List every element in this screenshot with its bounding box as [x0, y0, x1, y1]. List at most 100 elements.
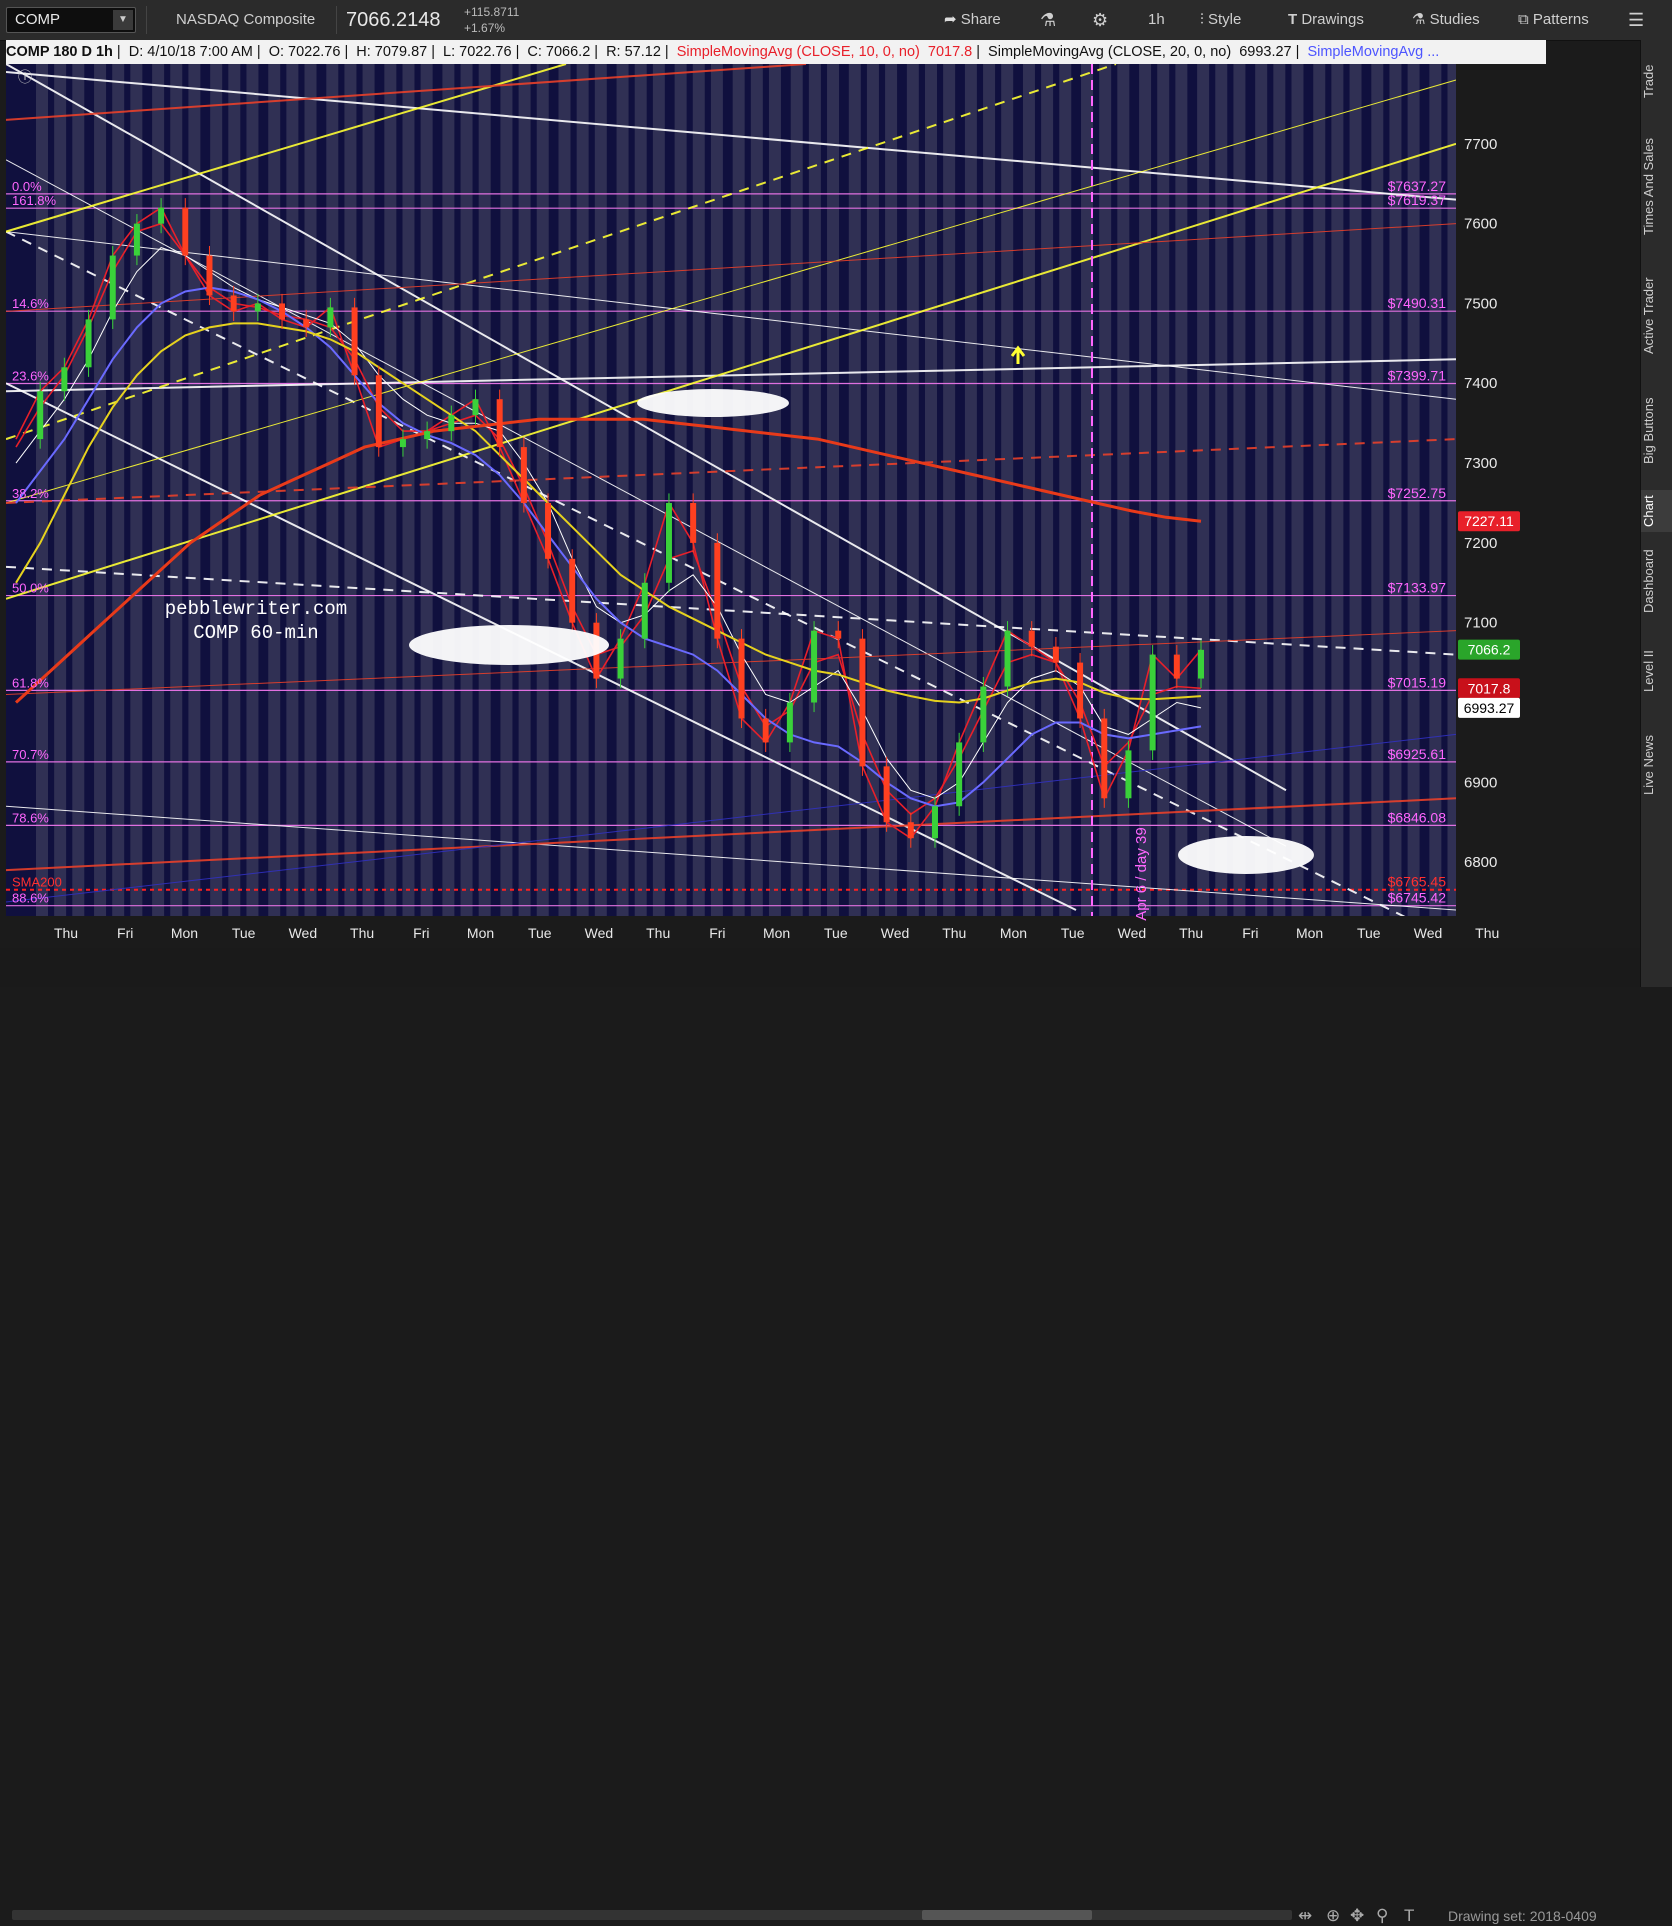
session-band — [72, 64, 85, 916]
session-band — [210, 64, 223, 916]
session-band — [576, 64, 589, 916]
tab-level-ii[interactable]: Level II — [1641, 630, 1672, 712]
candle-body — [399, 439, 406, 448]
tab-big-buttons[interactable]: Big Buttons — [1641, 380, 1672, 482]
fib-label: 0.0% — [12, 179, 42, 194]
tab-active-trader[interactable]: Active Trader — [1641, 260, 1672, 372]
last-price: 7066.2148 — [346, 9, 441, 31]
patterns-icon: ⧉ — [1518, 11, 1529, 28]
tab-dashboard[interactable]: Dashboard — [1641, 540, 1672, 622]
session-band — [1197, 64, 1210, 916]
x-tick-label: Fri — [117, 925, 133, 941]
y-tick-label: 7600 — [1464, 216, 1497, 233]
session-band — [1233, 64, 1246, 916]
legend-sma10[interactable]: SimpleMovingAvg (CLOSE, 10, 0, no) — [677, 44, 920, 60]
session-band — [94, 64, 107, 916]
x-tick-label: Tue — [232, 925, 256, 941]
style-button[interactable]: ⫶ Style — [1200, 0, 1241, 40]
divider — [146, 6, 147, 34]
y-tick-label: 7400 — [1464, 375, 1497, 392]
time-scrollbar[interactable] — [12, 1910, 1292, 1920]
bottom-bar: ⇹ ⊕ ✥ ⚲ T Drawing set: 2018-0409 — [0, 948, 1640, 1925]
gap-oval — [637, 389, 789, 417]
menu-icon[interactable]: ☰ — [1628, 0, 1644, 40]
session-band — [594, 64, 607, 916]
zoom-icon[interactable]: ⇹ — [1298, 1906, 1312, 1926]
candle-body — [835, 630, 842, 639]
price-badge-label: 7227.11 — [1464, 513, 1514, 529]
x-tick-label: Thu — [646, 925, 670, 941]
price-badge-label: 6993.27 — [1464, 700, 1515, 716]
session-band — [442, 64, 455, 916]
gear-icon[interactable]: ⚙ — [1092, 0, 1108, 40]
y-axis-panel — [1456, 64, 1554, 944]
legend-sma20[interactable]: SimpleMovingAvg (CLOSE, 20, 0, no) — [988, 44, 1231, 60]
tab-live-news[interactable]: Live News — [1641, 720, 1672, 810]
candle-body — [254, 303, 261, 312]
change-abs: +115.8711 — [464, 5, 520, 19]
share-button[interactable]: ➦ Share — [944, 0, 1001, 40]
fib-price: $6765.45 — [1388, 874, 1447, 890]
tab-chart[interactable]: Chart — [1641, 490, 1672, 532]
session-band — [768, 64, 781, 916]
candle-body — [1004, 630, 1011, 687]
studies-button[interactable]: ⚗ Studies — [1412, 0, 1480, 40]
legend-open: O: 7022.76 — [268, 44, 341, 60]
price-badge-label: 7066.2 — [1468, 642, 1511, 658]
drawings-button[interactable]: T Drawings — [1288, 0, 1364, 40]
session-band — [790, 64, 803, 916]
chevron-down-icon[interactable]: ▼ — [113, 10, 133, 30]
session-band — [1313, 64, 1326, 916]
candle-body — [1101, 718, 1108, 799]
x-tick-label: Thu — [54, 925, 78, 941]
candle-body — [907, 822, 914, 839]
x-tick-label: Tue — [1357, 925, 1381, 941]
candle-body — [133, 223, 140, 256]
fib-price: $7015.19 — [1388, 674, 1447, 690]
share-label: Share — [960, 11, 1001, 28]
change-box: +115.8711 +1.67% — [464, 4, 519, 36]
fib-price: $7399.71 — [1388, 367, 1447, 383]
crosshair-icon[interactable]: ⊕ — [1326, 1906, 1340, 1926]
session-band — [1255, 64, 1268, 916]
alert-icon[interactable]: ⓘ — [18, 70, 32, 86]
fib-label: SMA200 — [12, 875, 62, 890]
search-icon[interactable]: ⚲ — [1376, 1906, 1388, 1926]
tab-times-and-sales[interactable]: Times And Sales — [1641, 120, 1672, 252]
fib-label: 50.0% — [12, 581, 49, 596]
fib-label: 61.8% — [12, 675, 49, 690]
tab-trade[interactable]: Trade — [1641, 50, 1672, 112]
candle-body — [61, 367, 68, 392]
fib-label: 70.7% — [12, 747, 49, 762]
y-tick-label: 7200 — [1464, 535, 1497, 552]
fib-price: $6846.08 — [1388, 809, 1447, 825]
session-band — [924, 64, 937, 916]
legend-sma10-value: 7017.8 — [927, 44, 973, 60]
drawing-set-label[interactable]: Drawing set: 2018-0409 — [1448, 1908, 1597, 1924]
y-tick-label: 6900 — [1464, 774, 1497, 791]
toolbar: COMP ▼ NASDAQ Composite 7066.2148 +115.8… — [0, 0, 1672, 41]
marker-label: Apr 6 / day 39 — [1133, 827, 1150, 920]
x-tick-label: Thu — [942, 925, 966, 941]
session-band — [808, 64, 821, 916]
symbol-selector[interactable]: COMP ▼ — [6, 7, 136, 33]
gap-oval — [409, 625, 609, 665]
session-band — [420, 64, 433, 916]
session-band — [634, 64, 647, 916]
legend-sma-more[interactable]: SimpleMovingAvg ... — [1307, 44, 1439, 60]
patterns-button[interactable]: ⧉ Patterns — [1518, 0, 1589, 40]
flask-icon[interactable]: ⚗ — [1040, 0, 1056, 40]
session-band — [943, 64, 956, 916]
text-tool-icon[interactable]: T — [1404, 1906, 1414, 1926]
price-chart[interactable]: 7700760075007400730072007100700069006800… — [6, 64, 1554, 944]
candle-body — [496, 399, 503, 448]
candle-body — [1077, 662, 1084, 719]
pan-icon[interactable]: ✥ — [1350, 1906, 1364, 1926]
x-tick-label: Thu — [350, 925, 374, 941]
session-band — [1001, 64, 1014, 916]
candle-body — [980, 686, 987, 743]
interval-button[interactable]: 1h — [1148, 0, 1165, 40]
scroll-thumb[interactable] — [922, 1910, 1092, 1920]
session-band — [478, 64, 491, 916]
x-tick-label: Mon — [1000, 925, 1027, 941]
